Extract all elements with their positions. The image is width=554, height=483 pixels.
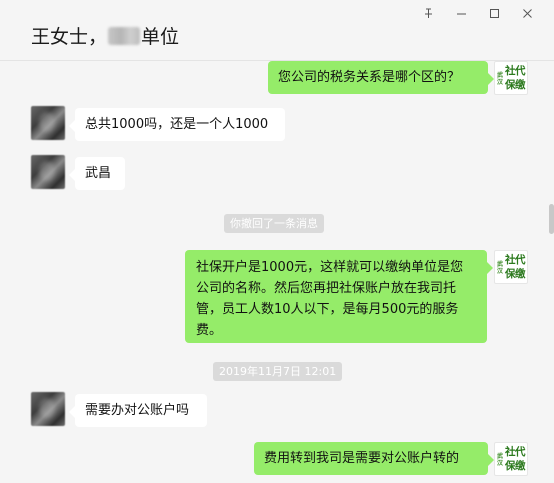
maximize-icon[interactable] [478, 4, 511, 22]
system-message-text: 你撤回了一条消息 [230, 217, 318, 230]
contact-avatar[interactable] [31, 106, 65, 140]
redacted-name [108, 26, 141, 45]
chat-title-suffix: 单位 [141, 26, 180, 48]
message-bubble-incoming[interactable]: 武昌 [69, 157, 125, 190]
chat-title: 王女士， 单位 [31, 22, 179, 49]
message-bubble-outgoing[interactable]: 您公司的税务关系是哪个区的？ [268, 61, 494, 94]
chat-header: 王女士， 单位 [0, 0, 554, 61]
chat-title-prefix: 王女士， [31, 26, 108, 48]
brand-avatar-big-text: 社代保缴 [505, 65, 526, 91]
message-text: 武昌 [85, 166, 112, 181]
chat-scrollbar[interactable] [549, 204, 554, 234]
brand-avatar[interactable]: 武汉 社代保缴 [494, 61, 528, 95]
message-bubble-outgoing[interactable]: 费用转到我司是需要对公账户转的 [254, 442, 494, 475]
window-controls [412, 4, 544, 22]
contact-avatar[interactable] [31, 392, 65, 426]
message-bubble-incoming[interactable]: 需要办对公账户吗 [69, 394, 207, 427]
message-text: 您公司的税务关系是哪个区的？ [278, 70, 461, 85]
close-icon[interactable] [511, 4, 544, 22]
message-text: 需要办对公账户吗 [85, 403, 190, 418]
timestamp-text: 2019年11月7日 12:01 [219, 365, 337, 378]
chat-area[interactable]: 您公司的税务关系是哪个区的？ 武汉 社代保缴 总共1000吗，还是一个人1000… [0, 61, 554, 483]
message-bubble-incoming[interactable]: 总共1000吗，还是一个人1000 [69, 108, 285, 141]
brand-avatar-big-text: 社代保缴 [505, 254, 526, 280]
system-message: 你撤回了一条消息 [224, 214, 324, 233]
timestamp: 2019年11月7日 12:01 [213, 362, 343, 381]
message-bubble-outgoing[interactable]: 社保开户是1000元，这样就可以缴纳单位是您公司的名称。然后您再把社保账户放在我… [185, 250, 493, 343]
contact-avatar[interactable] [31, 155, 65, 189]
brand-avatar[interactable]: 武汉 社代保缴 [494, 442, 528, 476]
minimize-icon[interactable] [445, 4, 478, 22]
brand-avatar[interactable]: 武汉 社代保缴 [494, 250, 528, 284]
message-text: 总共1000吗，还是一个人1000 [85, 117, 269, 132]
message-text: 费用转到我司是需要对公账户转的 [264, 451, 460, 466]
message-text: 社保开户是1000元，这样就可以缴纳单位是您公司的名称。然后您再把社保账户放在我… [196, 260, 464, 338]
pin-icon[interactable] [412, 4, 445, 22]
brand-avatar-big-text: 社代保缴 [505, 446, 526, 472]
